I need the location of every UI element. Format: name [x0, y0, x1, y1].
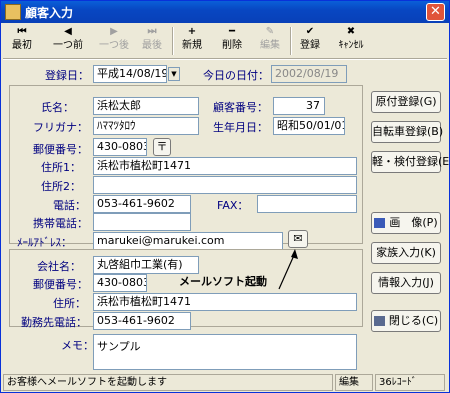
edit-record-button[interactable]: ✎ 編集 [251, 25, 289, 57]
address1-label: 住所1： [41, 161, 81, 174]
fax-label: FAX： [217, 199, 249, 212]
memo-field[interactable]: サンプル [93, 334, 357, 370]
company-name-label: 会社名： [37, 260, 81, 273]
mobile-field[interactable] [93, 213, 191, 231]
edit-label: 編集 [260, 40, 280, 51]
company-postal-label: 郵便番号： [33, 278, 88, 291]
new-label: 新規 [182, 40, 202, 51]
plus-icon: + [187, 26, 197, 37]
customer-input-window: 顧客入力 ✕ ⏮ 最初 ◀ 一つ前 ▶ 一つ後 ⏭ 最後 + 新規 ━ 削除 ✎ [0, 0, 450, 393]
work-tel-label: 勤務先電話： [21, 316, 87, 329]
new-record-button[interactable]: + 新規 [173, 25, 211, 57]
mail-label: ﾒｰﾙｱﾄﾞﾚｽ： [17, 236, 72, 249]
today-field: 2002/08/19 [271, 65, 347, 83]
furigana-field[interactable]: ﾊﾏﾏﾂﾀﾛｳ [93, 117, 199, 135]
prev-icon: ◀ [64, 26, 72, 37]
postal-field[interactable]: 430-0803 [93, 138, 147, 156]
next-label: 一つ後 [99, 40, 129, 51]
name-field[interactable]: 浜松太郎 [93, 97, 199, 115]
fax-field[interactable] [257, 195, 357, 213]
mail-icon: ✉ [293, 232, 303, 245]
light-vehicle-register-button[interactable]: 軽・検付登録(E) [371, 151, 450, 173]
status-mode: 編集 [335, 374, 373, 391]
today-label: 今日の日付： [203, 69, 269, 82]
genpu-register-button[interactable]: 原付登録(G) [371, 91, 441, 113]
first-record-button[interactable]: ⏮ 最初 [3, 25, 41, 57]
toolbar-divider [3, 58, 447, 60]
register-label: 登録 [300, 40, 320, 51]
postal-label: 郵便番号： [33, 143, 88, 156]
address2-field[interactable] [93, 176, 357, 194]
title-bar[interactable]: 顧客入力 ✕ [1, 1, 449, 23]
info-input-button[interactable]: 情報入力(J) [371, 272, 441, 294]
toolbar: ⏮ 最初 ◀ 一つ前 ▶ 一つ後 ⏭ 最後 + 新規 ━ 削除 ✎ 編集 ✔ 登… [3, 25, 447, 57]
register-button[interactable]: ✔ 登録 [291, 25, 329, 57]
close-button[interactable]: 閉じる(C) [371, 310, 441, 332]
annotation-arrow [278, 249, 298, 290]
work-tel-field[interactable]: 053-461-9602 [93, 312, 191, 330]
prev-label: 一つ前 [53, 40, 83, 51]
mail-field[interactable]: marukei@marukei.com [93, 232, 283, 250]
image-icon [374, 218, 386, 228]
next-record-button[interactable]: ▶ 一つ後 [95, 25, 133, 57]
postal-lookup-button[interactable]: 〒 [153, 138, 171, 156]
edit-icon: ✎ [265, 26, 275, 37]
window-title: 顧客入力 [25, 6, 74, 20]
first-icon: ⏮ [17, 26, 27, 37]
close-window-button[interactable]: ✕ [426, 3, 445, 21]
app-icon [5, 4, 21, 20]
prev-record-button[interactable]: ◀ 一つ前 [49, 25, 87, 57]
first-label: 最初 [12, 40, 32, 51]
delete-label: 削除 [222, 40, 242, 51]
company-name-field[interactable]: 丸啓組巾工業(有) [93, 256, 199, 274]
status-record-count: 36ﾚｺｰﾄﾞ [375, 374, 445, 391]
status-message: お客様へメールソフトを起動します [3, 374, 333, 391]
tel-label: 電話： [53, 199, 86, 212]
image-button[interactable]: 画 像(P) [371, 212, 441, 234]
tel-field[interactable]: 053-461-9602 [93, 195, 191, 213]
next-icon: ▶ [110, 26, 118, 37]
family-input-button[interactable]: 家族入力(K) [371, 242, 441, 264]
customer-no-label: 顧客番号： [213, 101, 268, 114]
birth-label: 生年月日： [213, 121, 268, 134]
door-icon [373, 316, 385, 326]
chevron-down-icon[interactable]: ▼ [168, 67, 180, 81]
name-label: 氏名： [41, 101, 74, 114]
close-button-label: 閉じる(C) [388, 314, 439, 327]
last-icon: ⏭ [147, 26, 157, 37]
bicycle-register-button[interactable]: 自転車登録(B) [371, 121, 443, 143]
status-bar: お客様へメールソフトを起動します 編集 36ﾚｺｰﾄﾞ [3, 373, 447, 392]
minus-icon: ━ [228, 26, 236, 37]
company-address-field[interactable]: 浜松市植松町1471 [93, 293, 357, 311]
x-icon: ✖ [346, 26, 356, 37]
last-label: 最後 [142, 40, 162, 51]
last-record-button[interactable]: ⏭ 最後 [133, 25, 171, 57]
mobile-label: 携帯電話： [33, 217, 88, 230]
memo-label: メモ： [61, 339, 94, 352]
company-postal-field[interactable]: 430-0803 [93, 274, 147, 292]
launch-mail-button[interactable]: ✉ [288, 230, 308, 248]
cancel-button[interactable]: ✖ ｷｬﾝｾﾙ [331, 25, 371, 57]
image-button-label: 画 像(P) [389, 216, 438, 229]
mail-launch-annotation: メールソフト起動 [179, 275, 267, 288]
cancel-label: ｷｬﾝｾﾙ [338, 40, 364, 51]
reg-date-label: 登録日： [45, 69, 89, 82]
delete-record-button[interactable]: ━ 削除 [213, 25, 251, 57]
address2-label: 住所2： [41, 180, 81, 193]
check-icon: ✔ [305, 26, 315, 37]
birth-field[interactable]: 昭和50/01/01 [273, 117, 345, 135]
address1-field[interactable]: 浜松市植松町1471 [93, 157, 357, 175]
reg-date-field[interactable]: 平成14/08/19 [93, 65, 167, 83]
customer-no-field[interactable]: 37 [273, 97, 325, 115]
company-address-label: 住所： [53, 297, 86, 310]
furigana-label: フリガナ： [33, 121, 88, 134]
